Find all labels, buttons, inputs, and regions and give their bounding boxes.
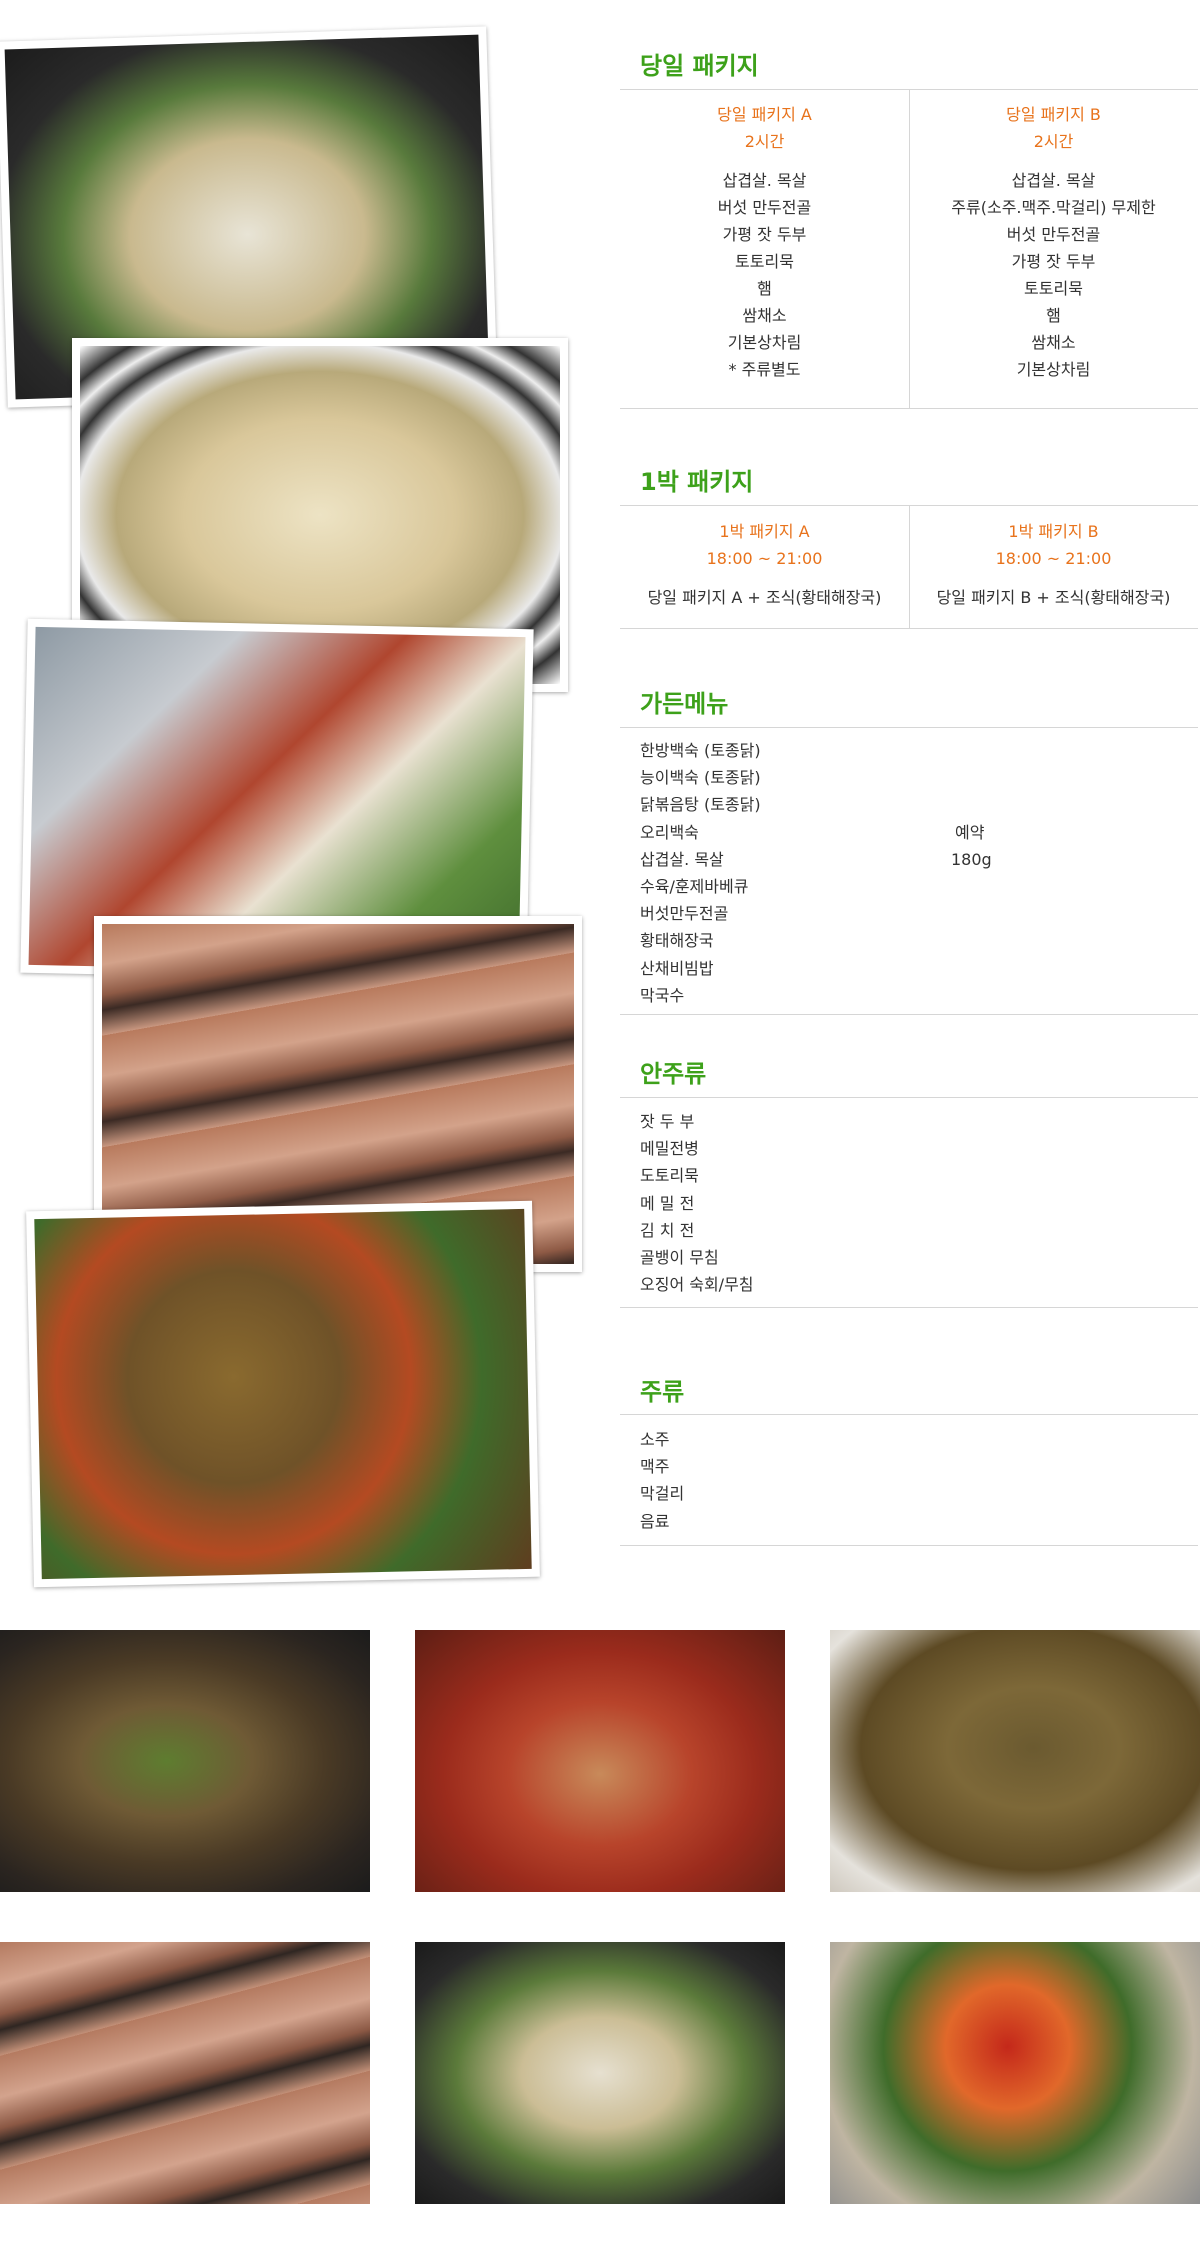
- list-item: 산채비빔밥: [640, 958, 714, 978]
- overnight-package-title: 1박 패키지: [640, 468, 754, 496]
- drinks-list: 소주 맥주 막걸리 음료: [640, 1426, 684, 1535]
- garden-menu-title: 가든메뉴: [640, 690, 729, 718]
- list-item: 토토리묵: [1024, 279, 1083, 298]
- overnight-package-b-name: 1박 패키지 B: [1008, 522, 1099, 541]
- day-package-a: 당일 패키지 A 2시간 삽겹살. 목살 버섯 만두전골 가평 잣 두부 토토리…: [620, 101, 909, 383]
- acorn-jelly-salad-photo: [26, 1200, 540, 1588]
- list-item: 삽겹살. 목살: [722, 171, 807, 190]
- overnight-package-b: 1박 패키지 B 18:00 ~ 21:00 당일 패키지 B + 조식(황태해…: [909, 518, 1198, 611]
- overnight-package-a-time: 18:00 ~ 21:00: [706, 549, 823, 568]
- divider: [620, 1014, 1198, 1015]
- list-item: 한방백숙 (토종닭): [640, 741, 761, 760]
- list-item: * 주류별도: [728, 360, 801, 379]
- list-item: 버섯 만두전골: [717, 198, 812, 217]
- side-dishes-title: 안주류: [640, 1060, 707, 1088]
- mushroom-dumpling-hotpot-photo-2: [415, 1942, 785, 2204]
- list-item: 가평 잣 두부: [722, 225, 807, 244]
- list-item: 버섯 만두전골: [1006, 225, 1101, 244]
- herbal-chicken-soup-photo: [0, 1630, 370, 1892]
- day-package-b-name: 당일 패키지 B: [1006, 105, 1101, 124]
- list-item: 버섯만두전골: [640, 904, 729, 924]
- list-item: 토토리묵: [735, 252, 794, 271]
- list-item: 오징어 숙회/무침: [640, 1275, 754, 1295]
- list-item: 주류(소주.맥주.막걸리) 무제한: [951, 198, 1156, 217]
- divider: [620, 1545, 1198, 1546]
- list-item: 쌈채소: [742, 306, 787, 325]
- list-item: 가평 잣 두부: [1011, 252, 1096, 271]
- divider: [620, 628, 1198, 629]
- divider: [620, 1414, 1198, 1415]
- list-item: 삽겹살. 목살: [640, 849, 724, 869]
- list-item: 김 치 전: [640, 1220, 695, 1240]
- list-item: 잣 두 부: [640, 1112, 695, 1131]
- buckwheat-pancake-photo: [830, 1630, 1200, 1892]
- day-package-a-duration: 2시간: [744, 132, 785, 151]
- divider: [620, 1307, 1198, 1308]
- list-item: 닭볶음탕 (토종닭): [640, 795, 761, 815]
- list-item: 햄: [1046, 306, 1061, 325]
- divider: [620, 1097, 1198, 1098]
- list-item: 오리백숙: [640, 822, 699, 842]
- list-item: 메밀전병: [640, 1139, 699, 1159]
- reservation-note: 예약: [955, 823, 985, 842]
- divider: [620, 408, 1198, 409]
- grilled-pork-belly-photo-2: [0, 1942, 370, 2204]
- list-item: 황태해장국: [640, 931, 714, 951]
- list-item: 메 밀 전: [640, 1193, 695, 1213]
- divider: [620, 727, 1198, 728]
- weight-note: 180g: [951, 850, 992, 869]
- day-package-b-duration: 2시간: [1033, 132, 1074, 151]
- spicy-braised-chicken-photo: [415, 1630, 785, 1892]
- list-item: 수육/훈제바베큐: [640, 877, 749, 897]
- list-item: 음료: [640, 1511, 670, 1531]
- drinks-title: 주류: [640, 1378, 685, 1406]
- overnight-package-a: 1박 패키지 A 18:00 ~ 21:00 당일 패키지 A + 조식(황태해…: [620, 518, 909, 611]
- overnight-package-a-name: 1박 패키지 A: [719, 522, 810, 541]
- list-item: 소주: [640, 1430, 670, 1449]
- list-item: 막국수: [640, 985, 685, 1005]
- day-package-title: 당일 패키지: [640, 52, 759, 80]
- overnight-package-b-desc: 당일 패키지 B + 조식(황태해장국): [936, 588, 1171, 607]
- list-item: 맥주: [640, 1457, 670, 1477]
- list-item: 골뱅이 무침: [640, 1248, 719, 1268]
- list-item: 햄: [757, 279, 772, 298]
- list-item: 기본상차림: [727, 333, 802, 352]
- side-dishes-list: 잣 두 부 메밀전병 도토리묵 메 밀 전 김 치 전 골뱅이 무침 오징어 숙…: [640, 1108, 754, 1298]
- bibimbap-photo: [830, 1942, 1200, 2204]
- list-item: 능이백숙 (토종닭): [640, 768, 761, 788]
- overnight-package-b-time: 18:00 ~ 21:00: [995, 549, 1112, 568]
- list-item: 삽겹살. 목살: [1011, 171, 1096, 190]
- list-item: 쌈채소: [1031, 333, 1076, 352]
- day-package-b: 당일 패키지 B 2시간 삽겹살. 목살 주류(소주.맥주.막걸리) 무제한 버…: [909, 101, 1198, 383]
- list-item: 도토리묵: [640, 1166, 699, 1186]
- garden-menu-list: 한방백숙 (토종닭) 능이백숙 (토종닭) 닭볶음탕 (토종닭) 오리백숙 삽겹…: [640, 737, 761, 1009]
- overnight-package-a-desc: 당일 패키지 A + 조식(황태해장국): [647, 588, 882, 607]
- list-item: 막걸리: [640, 1484, 685, 1504]
- day-package-a-name: 당일 패키지 A: [717, 105, 812, 124]
- list-item: 기본상차림: [1016, 360, 1091, 379]
